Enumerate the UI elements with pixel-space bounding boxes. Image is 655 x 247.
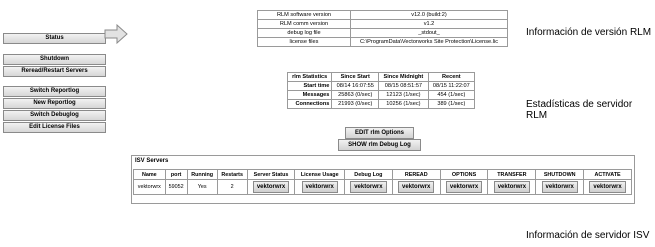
- stats-row-label: Connections: [286, 99, 333, 109]
- isv-cell: vektorwrx: [294, 179, 345, 195]
- isv-cell: vektorwrx: [535, 179, 585, 195]
- isv-cell: vektorwrx: [391, 179, 441, 195]
- stats-row-label: Messages: [286, 90, 333, 100]
- version-label: license files: [257, 37, 351, 47]
- version-label: debug log file: [257, 28, 351, 38]
- table-row: RLM comm version v1.2: [257, 19, 508, 29]
- version-value: v12.0 (build:2): [350, 10, 508, 20]
- stats-cell: 389 (1/sec): [427, 99, 476, 109]
- isv-header: REREAD: [391, 169, 441, 180]
- isv-header: ACTIVATE: [583, 169, 632, 180]
- isv-cell: vektorwrx: [246, 179, 296, 195]
- isv-header: License Usage: [294, 169, 345, 180]
- stats-cell: 08/15 08:51:57: [378, 81, 429, 91]
- stats-cell: 25863 (0/sec): [331, 90, 380, 100]
- isv-caption: Información de servidor ISV: [526, 230, 650, 241]
- isv-header: port: [164, 169, 188, 180]
- stats-cell: 08/14 16:07:55: [331, 81, 380, 91]
- isv-servers-panel: ISV Servers Name port Running Restarts S…: [131, 155, 635, 204]
- isv-name: vektorwrx: [133, 179, 166, 195]
- table-row: RLM software version v12.0 (build:2): [257, 10, 508, 20]
- stats-row-label: Start time: [286, 81, 333, 91]
- activate-button[interactable]: vektorwrx: [589, 181, 626, 193]
- isv-cell: vektorwrx: [343, 179, 393, 195]
- stats-cell: 12123 (1/sec): [378, 90, 429, 100]
- version-value: v1.2: [350, 19, 508, 29]
- version-table: RLM software version v12.0 (build:2) RLM…: [257, 10, 508, 47]
- isv-servers-title: ISV Servers: [135, 158, 169, 164]
- stats-caption-line1: Estadísticas de servidor: [526, 99, 633, 110]
- stats-header: rlm Statistics: [286, 72, 333, 82]
- isv-cell: vektorwrx: [439, 179, 489, 195]
- stats-caption-line2: RLM: [526, 110, 548, 121]
- isv-header: Restarts: [216, 169, 248, 180]
- isv-running: Yes: [186, 179, 218, 195]
- shutdown-button[interactable]: Shutdown: [3, 54, 106, 65]
- table-row: Start time 08/14 16:07:55 08/15 08:51:57…: [286, 81, 476, 91]
- table-row: debug log file _stdout_: [257, 28, 508, 38]
- reread-button[interactable]: vektorwrx: [398, 181, 435, 193]
- table-row: vektorwrx 59052 Yes 2 vektorwrx vektorwr…: [133, 179, 632, 195]
- isv-header: TRANSFER: [487, 169, 537, 180]
- isv-port: 59052: [164, 179, 188, 195]
- table-row: Messages 25863 (0/sec) 12123 (1/sec) 454…: [286, 90, 476, 100]
- switch-reportlog-button[interactable]: Switch Reportlog: [3, 86, 106, 97]
- isv-header: SHUTDOWN: [535, 169, 585, 180]
- isv-header: Name: [133, 169, 166, 180]
- license-usage-button[interactable]: vektorwrx: [301, 181, 338, 193]
- isv-cell: vektorwrx: [487, 179, 537, 195]
- stats-cell: 454 (1/sec): [427, 90, 476, 100]
- stats-cell: 21993 (0/sec): [331, 99, 380, 109]
- isv-restarts: 2: [216, 179, 248, 195]
- new-reportlog-button[interactable]: New Reportlog: [3, 98, 106, 109]
- shutdown-isv-button[interactable]: vektorwrx: [541, 181, 578, 193]
- version-label: RLM comm version: [257, 19, 351, 29]
- reread-restart-button[interactable]: Reread/Restart Servers: [3, 66, 106, 77]
- stats-header: Since Midnight: [378, 72, 429, 82]
- stats-cell: 10256 (1/sec): [378, 99, 429, 109]
- status-button[interactable]: Status: [3, 33, 106, 44]
- show-rlm-debug-log-button[interactable]: SHOW rlm Debug Log: [338, 139, 421, 151]
- isv-header: OPTIONS: [439, 169, 489, 180]
- version-value: C:\ProgramData\Vectorworks Site Protecti…: [350, 37, 508, 47]
- stats-header: Since Start: [331, 72, 380, 82]
- version-caption: Información de versión RLM: [526, 27, 652, 38]
- server-status-button[interactable]: vektorwrx: [252, 181, 290, 193]
- edit-license-files-button[interactable]: Edit License Files: [3, 122, 106, 133]
- switch-debuglog-button[interactable]: Switch Debuglog: [3, 110, 106, 121]
- isv-servers-table: Name port Running Restarts Server Status…: [133, 169, 632, 195]
- table-row: license files C:\ProgramData\Vectorworks…: [257, 37, 508, 47]
- version-value: _stdout_: [350, 28, 508, 38]
- stats-table: rlm Statistics Since Start Since Midnigh…: [286, 72, 476, 109]
- stats-header: Recent: [427, 72, 476, 82]
- options-button[interactable]: vektorwrx: [445, 181, 483, 193]
- isv-header: Server Status: [246, 169, 296, 180]
- transfer-button[interactable]: vektorwrx: [493, 181, 531, 193]
- version-label: RLM software version: [257, 10, 351, 20]
- isv-cell: vektorwrx: [583, 179, 632, 195]
- isv-header: Running: [186, 169, 218, 180]
- debug-log-button[interactable]: vektorwrx: [350, 181, 387, 193]
- table-row: Name port Running Restarts Server Status…: [133, 169, 632, 180]
- arrow-right-icon: [104, 24, 128, 44]
- stats-cell: 08/15 11:22:07: [427, 81, 476, 91]
- table-row: rlm Statistics Since Start Since Midnigh…: [286, 72, 476, 82]
- edit-rlm-options-button[interactable]: EDIT rlm Options: [345, 127, 414, 139]
- table-row: Connections 21993 (0/sec) 10256 (1/sec) …: [286, 99, 476, 109]
- isv-header: Debug Log: [343, 169, 393, 180]
